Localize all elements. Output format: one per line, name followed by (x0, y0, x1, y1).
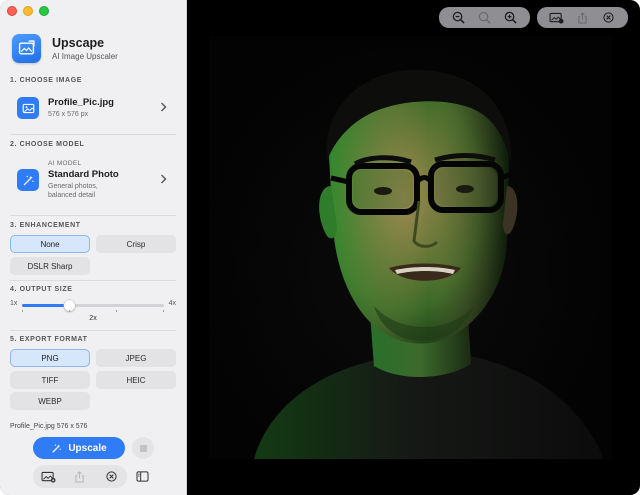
zoom-in-icon (505, 11, 517, 24)
sidebar-icon (136, 471, 149, 482)
model-kicker: AI MODEL (48, 160, 82, 167)
close-window-button[interactable] (7, 6, 17, 16)
export-option-tiff[interactable]: TIFF (10, 371, 90, 389)
choose-image-row[interactable]: Profile_Pic.jpg 576 x 576 px (10, 97, 176, 119)
slider-min-label: 1x (10, 300, 18, 307)
enhancement-option-dslr-sharp[interactable]: DSLR Sharp (10, 257, 90, 275)
model-description-line2: balanced detail (48, 192, 96, 199)
zoom-controls (439, 7, 530, 28)
section-label-output-size: 4. OUTPUT SIZE (10, 286, 73, 293)
divider (10, 330, 176, 331)
app-window: Upscape AI Image Upscaler 1. CHOOSE IMAG… (0, 0, 640, 495)
zoom-fit-button[interactable] (474, 9, 494, 26)
zoom-fit-icon (478, 11, 491, 24)
compare-image-icon (549, 12, 564, 24)
section-label-choose-model: 2. CHOOSE MODEL (10, 141, 85, 148)
close-preview-button[interactable] (599, 9, 619, 26)
zoom-window-button[interactable] (39, 6, 49, 16)
share-preview-button[interactable] (572, 9, 592, 26)
slider-track[interactable] (22, 300, 164, 311)
share-button[interactable] (65, 467, 95, 486)
chevron-right-icon (160, 102, 170, 115)
image-file-name: Profile_Pic.jpg (48, 97, 114, 108)
chevron-right-icon (160, 174, 170, 187)
compare-view-button[interactable] (546, 9, 566, 26)
model-name: Standard Photo (48, 169, 119, 180)
compare-image-icon (41, 471, 56, 483)
current-file-info: Profile_Pic.jpg 576 x 576 (10, 423, 88, 430)
export-option-png[interactable]: PNG (10, 349, 90, 367)
photo-icon (17, 97, 39, 119)
image-resize-icon (12, 34, 41, 63)
stop-icon (139, 444, 147, 452)
section-label-choose-image: 1. CHOOSE IMAGE (10, 77, 83, 84)
output-size-slider[interactable]: 1x 4x (10, 298, 176, 312)
upscale-button-label: Upscale (68, 442, 107, 454)
image-preview-area (187, 0, 640, 495)
output-size-value: 2x (89, 315, 97, 322)
app-subtitle: AI Image Upscaler (52, 52, 118, 61)
zoom-out-button[interactable] (448, 9, 468, 26)
section-label-export-format: 5. EXPORT FORMAT (10, 336, 88, 343)
window-controls (7, 6, 49, 16)
divider (10, 215, 176, 216)
sidebar: Upscape AI Image Upscaler 1. CHOOSE IMAG… (0, 0, 187, 495)
magic-wand-icon (17, 169, 39, 191)
divider (10, 134, 176, 135)
zoom-out-icon (452, 11, 465, 24)
close-circle-icon (106, 471, 117, 482)
enhancement-option-none[interactable]: None (10, 235, 90, 253)
upscale-button[interactable]: Upscale (33, 437, 125, 459)
share-icon (75, 470, 85, 483)
bottom-toolbar (33, 465, 127, 488)
export-option-heic[interactable]: HEIC (96, 371, 176, 389)
zoom-in-button[interactable] (501, 9, 521, 26)
share-icon (578, 11, 587, 24)
clear-button[interactable] (96, 467, 126, 486)
close-circle-icon (603, 12, 614, 23)
app-header: Upscape AI Image Upscaler (12, 34, 118, 63)
magic-wand-icon (52, 443, 62, 453)
section-label-enhancement: 3. ENHANCEMENT (10, 222, 81, 229)
image-preview[interactable] (209, 36, 612, 459)
choose-model-row[interactable]: AI MODEL Standard Photo General photos, … (10, 160, 176, 200)
app-title: Upscape (52, 36, 105, 50)
export-option-webp[interactable]: WEBP (10, 392, 90, 410)
divider (10, 280, 176, 281)
slider-ticks (22, 310, 164, 313)
image-file-dimensions: 576 x 576 px (48, 111, 89, 118)
export-option-jpeg[interactable]: JPEG (96, 349, 176, 367)
model-description-line1: General photos, (48, 183, 98, 190)
minimize-window-button[interactable] (23, 6, 33, 16)
toggle-sidebar-button[interactable] (131, 465, 154, 488)
compare-image-button[interactable] (34, 467, 64, 486)
slider-max-label: 4x (168, 300, 176, 307)
slider-fill (22, 304, 70, 307)
enhancement-option-crisp[interactable]: Crisp (96, 235, 176, 253)
stop-button[interactable] (132, 437, 154, 459)
portrait-photo (254, 69, 604, 459)
image-tools (537, 7, 628, 28)
